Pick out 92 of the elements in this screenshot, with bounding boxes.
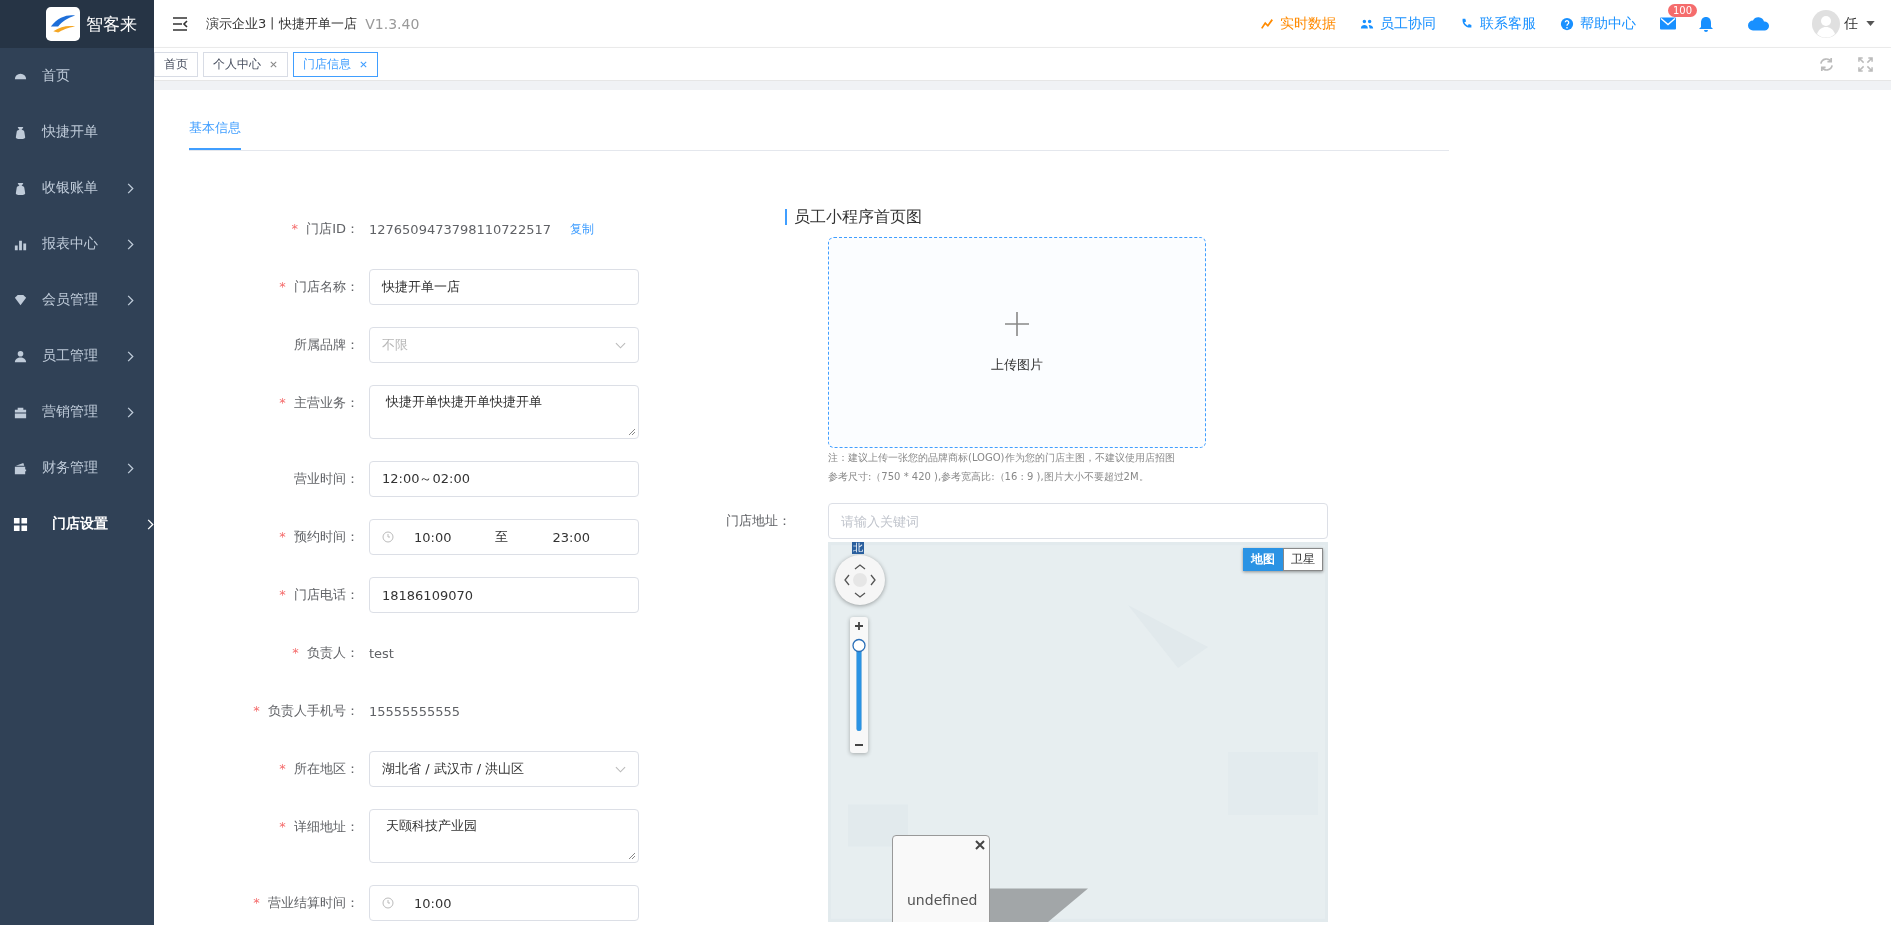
zoom-slider[interactable] [850, 617, 868, 753]
count-badge: 100 [1668, 4, 1698, 17]
page-tab[interactable]: 首页 [154, 51, 198, 77]
close-icon[interactable] [975, 840, 985, 850]
select-field[interactable]: 湖北省 / 武汉市 / 洪山区 [369, 751, 639, 787]
moneybag-icon [13, 124, 28, 140]
required-mark: * [253, 895, 260, 910]
input-field[interactable]: 18186109070 [369, 577, 639, 613]
caret-icon[interactable] [1866, 21, 1875, 26]
field-label: 预约时间： [294, 529, 359, 544]
refresh-icon[interactable] [1819, 56, 1834, 72]
diamond-icon [13, 292, 28, 308]
field-label: 营业时间： [294, 471, 359, 486]
end-time: 23:00 [552, 529, 590, 545]
section-title: 员工小程序首页图 [785, 209, 1328, 225]
person-icon [13, 348, 28, 364]
north-label: 北 [852, 542, 864, 554]
field-label: 负责人手机号： [268, 703, 359, 718]
plus-icon [1005, 311, 1029, 336]
range-separator: 至 [495, 528, 509, 546]
required-mark: * [279, 587, 286, 602]
textarea-field[interactable]: 快捷开单快捷开单快捷开单 [369, 385, 639, 439]
resize-handle-icon[interactable] [628, 852, 636, 860]
field-label: 门店名称： [294, 279, 359, 294]
header-link[interactable]: 联系客服 [1480, 14, 1536, 33]
required-mark: * [279, 395, 286, 410]
field-label: 门店电话： [294, 587, 359, 602]
sidebar-item[interactable]: 财务管理 [0, 440, 154, 496]
required-mark: * [279, 819, 286, 834]
sidebar-item[interactable]: 首页 [0, 48, 154, 104]
page-tab[interactable]: 个人中心 [203, 51, 288, 77]
input-field[interactable]: 快捷开单一店 [369, 269, 639, 305]
upload-area[interactable]: 上传图片 [828, 237, 1206, 448]
popup-text: undefined [907, 892, 978, 908]
clock-icon [382, 531, 394, 543]
trend-icon[interactable] [1260, 16, 1274, 31]
page-title: 演示企业3丨快捷开单一店 [206, 14, 358, 33]
grid-icon [13, 516, 28, 532]
resize-handle-icon[interactable] [628, 428, 636, 436]
help-icon[interactable] [1560, 16, 1574, 31]
sidebar-item[interactable]: 会员管理 [0, 272, 154, 328]
required-mark: * [279, 279, 286, 294]
cloud-icon[interactable] [1748, 16, 1770, 31]
time-range-field[interactable]: 10:00 至 23:00 [369, 519, 639, 555]
sidebar-item[interactable]: 员工管理 [0, 328, 154, 384]
brand-name: 智客来 [86, 12, 137, 36]
moneybag-icon [13, 180, 28, 196]
bell-icon[interactable] [1698, 15, 1714, 32]
phone-icon[interactable] [1460, 16, 1474, 31]
time-field[interactable]: 10:00 [369, 885, 639, 921]
sidebar-item[interactable]: 营销管理 [0, 384, 154, 440]
required-mark: * [292, 645, 299, 660]
upload-note: 注：建议上传一张您的品牌商标(LOGO)作为您的门店主图，不建议使用店招图 [828, 451, 1176, 465]
sidebar-item[interactable]: 报表中心 [0, 216, 154, 272]
user-name[interactable]: 任 [1844, 14, 1858, 33]
upload-label: 上传图片 [991, 355, 1043, 374]
required-mark: * [291, 221, 298, 236]
input-field[interactable]: 12:00～02:00 [369, 461, 639, 497]
header-link[interactable]: 帮助中心 [1580, 14, 1636, 33]
wallet-icon [13, 460, 28, 476]
field-label: 所属品牌： [294, 337, 359, 352]
clock-icon [382, 897, 394, 909]
map-type-button[interactable]: 卫星 [1283, 548, 1323, 571]
required-mark: * [253, 703, 260, 718]
field-label: 营业结算时间： [268, 895, 359, 910]
menu-icon[interactable] [172, 16, 188, 31]
address-field[interactable]: 请输入关键词 [828, 503, 1328, 539]
start-time: 10:00 [414, 529, 452, 545]
version-label: V1.3.40 [365, 15, 420, 32]
chevron-down-icon[interactable] [615, 765, 626, 773]
field-label: 主营业务： [294, 395, 359, 410]
field-label: 详细地址： [294, 819, 359, 834]
required-mark: * [279, 529, 286, 544]
mail-icon[interactable] [1660, 17, 1676, 30]
sidebar-item[interactable]: 门店设置 [0, 496, 154, 552]
required-mark: * [279, 761, 286, 776]
time-value: 10:00 [414, 895, 452, 911]
fullscreen-icon[interactable] [1858, 56, 1873, 72]
field-label: 负责人： [307, 645, 359, 660]
field-label: 门店地址： [725, 512, 791, 530]
field-value: 1276509473798110722517 [369, 221, 551, 237]
header-link[interactable]: 员工协同 [1380, 14, 1436, 33]
sidebar-item[interactable]: 快捷开单 [0, 104, 154, 160]
upload-note: 参考尺寸:（750 * 420 ),参考宽高比:（16 : 9 ),图片大小不要超过2M。 [828, 470, 1150, 484]
field-label: 所在地区： [294, 761, 359, 776]
chevron-down-icon[interactable] [615, 341, 626, 349]
field-value: 15555555555 [369, 703, 460, 719]
field-value: test [369, 645, 394, 661]
sidebar-item[interactable]: 收银账单 [0, 160, 154, 216]
logo-icon [46, 7, 80, 41]
field-label: 门店ID： [306, 221, 359, 236]
textarea-field[interactable]: 天颐科技产业园 [369, 809, 639, 863]
